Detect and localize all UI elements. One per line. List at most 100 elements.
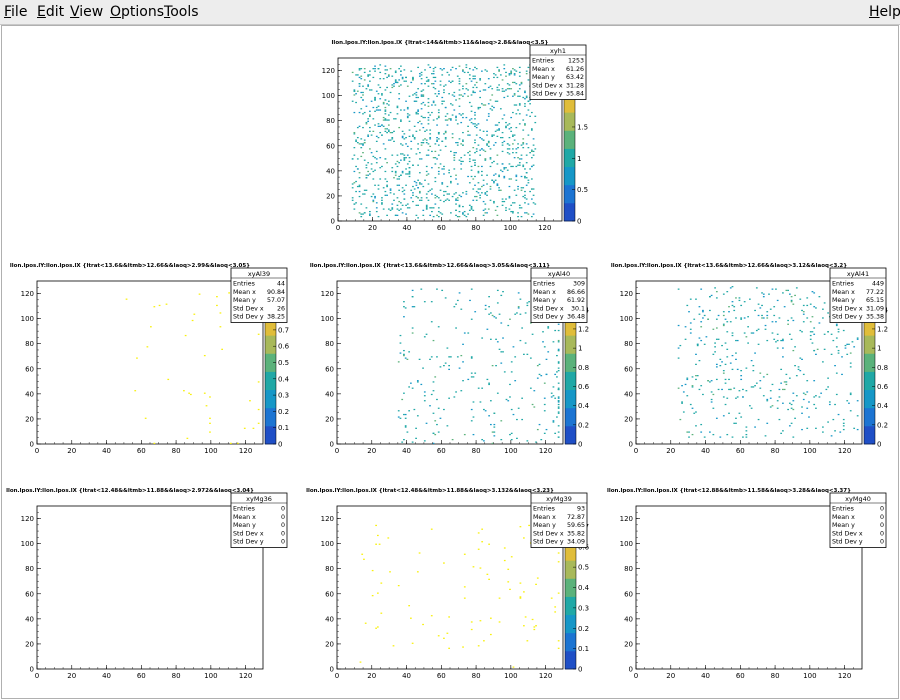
heatmap-cell	[788, 333, 791, 335]
heatmap-cell	[434, 163, 437, 165]
heatmap-cell	[462, 192, 464, 194]
palette-band	[565, 364, 576, 369]
heatmap-cell	[830, 353, 833, 355]
heatmap-cell	[790, 296, 793, 298]
heatmap-cell	[740, 318, 743, 320]
heatmap-cell	[474, 159, 476, 161]
heatmap-cell	[522, 138, 525, 140]
heatmap-cell	[386, 69, 388, 71]
heatmap-cell	[818, 396, 821, 398]
heatmap-cell	[477, 106, 480, 109]
heatmap-cell	[508, 197, 511, 199]
heatmap-cell	[420, 71, 423, 74]
heatmap-cell	[526, 353, 529, 355]
heatmap-cell	[443, 408, 445, 411]
heatmap-cell	[761, 317, 763, 319]
menu-help[interactable]: Help	[869, 4, 900, 20]
heatmap-cell	[792, 400, 795, 402]
heatmap-cell	[474, 91, 476, 94]
heatmap-cell	[367, 174, 370, 176]
heatmap-cell	[405, 100, 407, 102]
heatmap-cell	[221, 348, 224, 350]
menu-view[interactable]: View	[70, 4, 103, 20]
heatmap-cell	[360, 75, 363, 77]
heatmap-cell	[500, 294, 503, 297]
menu-edit[interactable]: Edit	[37, 4, 64, 20]
x-tick-label: 100	[504, 447, 517, 455]
heatmap-cell	[493, 144, 495, 146]
heatmap-cell	[709, 309, 711, 312]
menu-file[interactable]: File	[4, 4, 27, 20]
heatmap-cell	[714, 351, 716, 353]
heatmap-cell	[801, 406, 803, 408]
heatmap-cell	[535, 625, 537, 627]
heatmap-cell	[482, 179, 485, 181]
heatmap-cell	[429, 114, 432, 116]
heatmap-cell	[503, 64, 506, 66]
heatmap-cell	[510, 178, 513, 180]
heatmap-cell	[801, 309, 803, 312]
heatmap-cell	[794, 346, 796, 348]
heatmap-cell	[450, 180, 452, 183]
heatmap-cell	[742, 388, 744, 391]
heatmap-cell	[517, 143, 519, 145]
heatmap-cell	[410, 617, 412, 619]
menu-tools[interactable]: Tools	[164, 4, 199, 20]
heatmap-cell	[486, 143, 488, 145]
heatmap-cell	[448, 169, 450, 171]
heatmap-cell	[406, 207, 409, 209]
x-tick-label: 120	[239, 672, 252, 680]
heatmap-cell	[512, 413, 515, 416]
menu-options[interactable]: Options	[110, 4, 164, 20]
heatmap-cell	[437, 170, 440, 173]
heatmap-cell	[529, 103, 531, 105]
heatmap-cell	[358, 85, 361, 87]
heatmap-cell	[363, 189, 366, 191]
heatmap-cell	[508, 73, 511, 75]
stats-label: Std Dev x	[832, 530, 863, 537]
heatmap-cell	[462, 85, 464, 87]
heatmap-cell	[415, 94, 418, 96]
plot-canvas[interactable]: llon.lpos.lY:llon.lpos.lX {ltrat<14&&ltm…	[1, 25, 899, 699]
heatmap-cell	[398, 79, 401, 81]
heatmap-cell	[427, 85, 430, 87]
heatmap-cell	[193, 313, 196, 315]
palette-band	[265, 415, 276, 420]
heatmap-cell	[787, 289, 789, 292]
heatmap-cell	[458, 113, 461, 115]
x-tick-label: 80	[172, 447, 181, 455]
heatmap-cell	[386, 185, 388, 188]
heatmap-cell	[488, 543, 490, 545]
z-tick-label: 0.1	[578, 645, 589, 653]
heatmap-cell	[534, 115, 537, 117]
heatmap-cell	[355, 202, 357, 204]
heatmap-cell	[460, 390, 463, 392]
palette-band	[864, 335, 875, 340]
heatmap-cell	[372, 68, 375, 70]
heatmap-cell	[515, 179, 518, 181]
heatmap-cell	[374, 195, 376, 198]
heatmap-cell	[533, 626, 536, 628]
palette-band	[564, 130, 575, 135]
heatmap-cell	[425, 208, 428, 210]
heatmap-cell	[512, 95, 514, 97]
heatmap-cell	[425, 165, 428, 168]
z-tick-label: 0.8	[877, 364, 888, 372]
plots-svg: llon.lpos.lY:llon.lpos.lX {ltrat<14&&ltm…	[6, 40, 889, 680]
y-tick-label: 0	[330, 666, 334, 674]
heatmap-cell	[429, 138, 432, 140]
heatmap-cell	[153, 306, 156, 308]
heatmap-cell	[747, 316, 749, 318]
histogram-title: llon.lpos.lY:llon.lpos.lX {ltrat<14&&ltm…	[332, 40, 549, 46]
heatmap-cell	[384, 113, 387, 115]
stats-value: 72.87	[567, 514, 585, 521]
stats-label: Mean x	[832, 289, 855, 296]
heatmap-cell	[415, 437, 417, 439]
heatmap-cell	[496, 86, 499, 89]
y-tick-label: 120	[620, 515, 633, 523]
heatmap-cell	[802, 311, 805, 313]
heatmap-cell	[360, 96, 363, 99]
heatmap-cell	[512, 152, 514, 154]
heatmap-cell	[481, 387, 484, 389]
palette-band	[564, 202, 575, 207]
